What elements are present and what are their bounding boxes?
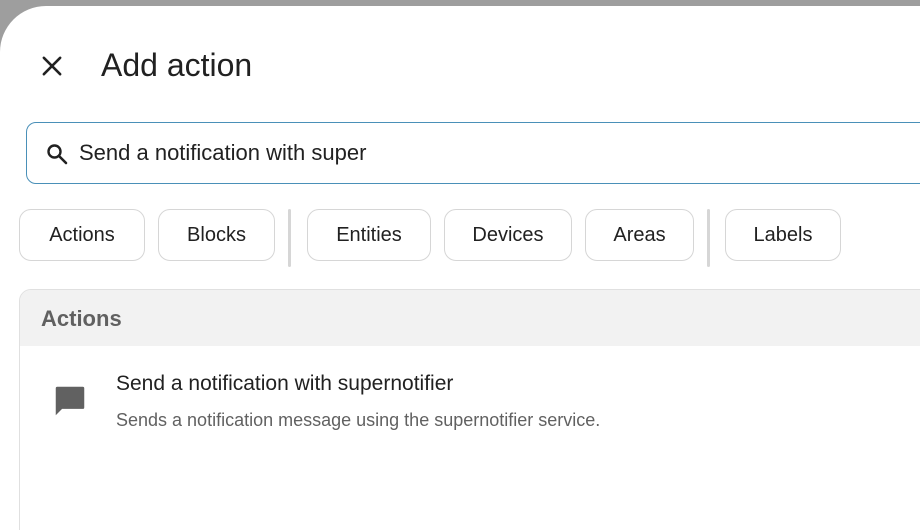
filter-chip-areas[interactable]: Areas	[585, 209, 694, 261]
filter-chip-devices[interactable]: Devices	[444, 209, 572, 261]
filter-chip-labels[interactable]: Labels	[725, 209, 841, 261]
search-input[interactable]	[79, 137, 879, 169]
message-icon	[55, 386, 85, 416]
dialog-title: Add action	[101, 47, 253, 83]
close-button[interactable]	[32, 46, 72, 86]
filter-chip-blocks[interactable]: Blocks	[158, 209, 275, 261]
section-label: Actions	[41, 306, 122, 331]
search-icon	[47, 144, 68, 165]
filter-chip-actions[interactable]: Actions	[19, 209, 145, 261]
result-title: Send a notification with supernotifier	[116, 372, 454, 395]
results-section-header: Actions	[20, 290, 920, 346]
filter-chip-entities[interactable]: Entities	[307, 209, 431, 261]
search-field[interactable]	[26, 122, 920, 184]
close-icon	[42, 56, 62, 76]
results-panel: Actions Send a notification with superno…	[19, 289, 920, 530]
chip-divider	[707, 209, 710, 267]
result-description: Sends a notification message using the s…	[116, 410, 601, 430]
chip-divider	[288, 209, 291, 267]
add-action-dialog: Add action Actions Blocks Entities Devic…	[0, 6, 920, 530]
result-item[interactable]: Send a notification with supernotifier S…	[20, 346, 920, 446]
